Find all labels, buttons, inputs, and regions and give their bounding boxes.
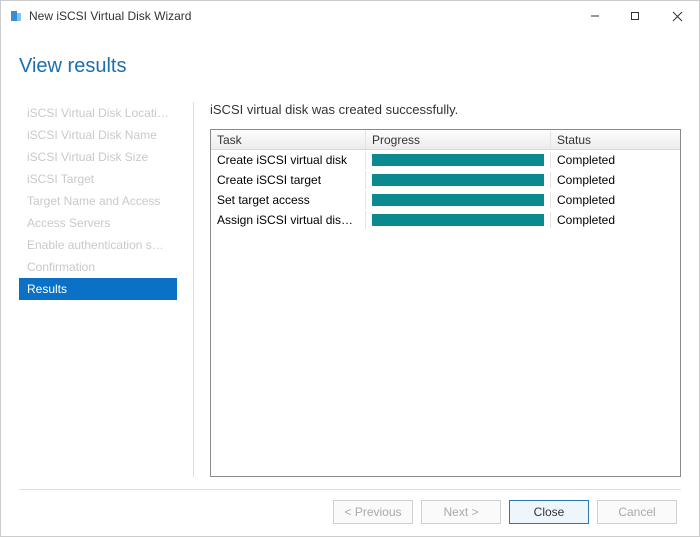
sidebar-item-disk-size: iSCSI Virtual Disk Size (19, 146, 177, 168)
window-title: New iSCSI Virtual Disk Wizard (29, 9, 191, 23)
task-row: Create iSCSI virtual disk Completed (211, 150, 680, 170)
task-status: Completed (551, 191, 680, 209)
task-name: Create iSCSI target (211, 171, 366, 189)
task-row: Assign iSCSI virtual disk to target Comp… (211, 210, 680, 230)
task-name: Set target access (211, 191, 366, 209)
title-bar: New iSCSI Virtual Disk Wizard (1, 1, 699, 31)
content-area: View results iSCSI Virtual Disk Location… (1, 31, 699, 536)
sidebar-item-iscsi-target: iSCSI Target (19, 168, 177, 190)
task-name: Assign iSCSI virtual disk to target (211, 211, 366, 229)
results-panel: iSCSI virtual disk was created successfu… (210, 102, 681, 477)
sidebar-item-disk-location: iSCSI Virtual Disk Location (19, 102, 177, 124)
sidebar-item-confirmation: Confirmation (19, 256, 177, 278)
sidebar-item-target-name: Target Name and Access (19, 190, 177, 212)
task-status: Completed (551, 171, 680, 189)
task-progress (366, 212, 551, 228)
task-status: Completed (551, 211, 680, 229)
col-header-status[interactable]: Status (551, 131, 680, 149)
sidebar-item-disk-name: iSCSI Virtual Disk Name (19, 124, 177, 146)
tasks-table: Task Progress Status Create iSCSI virtua… (210, 129, 681, 477)
task-progress (366, 152, 551, 168)
previous-button: < Previous (333, 500, 413, 524)
cancel-button: Cancel (597, 500, 677, 524)
task-progress (366, 192, 551, 208)
task-progress (366, 172, 551, 188)
progress-bar (372, 174, 544, 186)
wizard-button-row: < Previous Next > Close Cancel (19, 500, 681, 536)
wizard-steps-sidebar: iSCSI Virtual Disk Location iSCSI Virtua… (19, 102, 177, 477)
task-status: Completed (551, 151, 680, 169)
maximize-button[interactable] (615, 1, 655, 31)
progress-bar (372, 154, 544, 166)
close-window-button[interactable] (655, 1, 699, 31)
col-header-task[interactable]: Task (211, 131, 366, 149)
vertical-separator (193, 102, 194, 477)
col-header-progress[interactable]: Progress (366, 131, 551, 149)
minimize-button[interactable] (575, 1, 615, 31)
tasks-header-row: Task Progress Status (211, 130, 680, 150)
next-button: Next > (421, 500, 501, 524)
horizontal-separator (19, 489, 681, 490)
progress-bar (372, 214, 544, 226)
task-row: Set target access Completed (211, 190, 680, 210)
sidebar-item-access-servers: Access Servers (19, 212, 177, 234)
success-message: iSCSI virtual disk was created successfu… (210, 102, 681, 117)
task-row: Create iSCSI target Completed (211, 170, 680, 190)
close-button[interactable]: Close (509, 500, 589, 524)
sidebar-item-enable-auth: Enable authentication ser... (19, 234, 177, 256)
window-controls (575, 1, 699, 31)
progress-bar (372, 194, 544, 206)
page-heading: View results (19, 55, 681, 78)
sidebar-item-results: Results (19, 278, 177, 300)
task-name: Create iSCSI virtual disk (211, 151, 366, 169)
main-area: iSCSI Virtual Disk Location iSCSI Virtua… (19, 102, 681, 477)
app-icon (9, 9, 23, 23)
